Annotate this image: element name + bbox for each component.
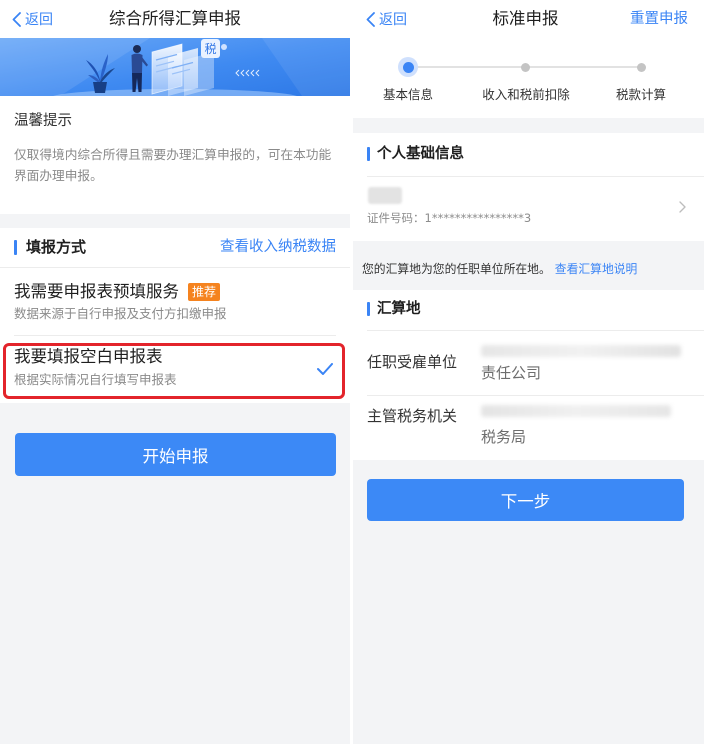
settlement-notice: 您的汇算地为您的任职单位所在地。 查看汇算地说明: [362, 262, 637, 276]
nav-bar: 返回 综合所得汇算申报: [0, 0, 350, 38]
step-dot-income: [515, 57, 535, 77]
blurred-employer-name: [481, 345, 681, 357]
tax-authority-label: 主管税务机关: [367, 407, 458, 425]
employer-value: 责任公司: [481, 364, 542, 382]
page-title: 综合所得汇算申报: [109, 9, 241, 28]
step-dot-tax-calc: [631, 57, 651, 77]
red-highlight-box: [3, 343, 345, 399]
personal-info-row[interactable]: 证件号码：1****************3: [353, 177, 704, 241]
notice-text: 您的汇算地为您的任职单位所在地。: [362, 262, 551, 276]
divider: [367, 330, 704, 331]
tips-text: 仅取得境内综合所得且需要办理汇算申报的，可在本功能界面办理申报。: [14, 147, 332, 183]
recommend-badge: 推荐: [188, 283, 221, 301]
option-subtitle: 数据来源于自行申报及支付方扣缴申报: [14, 306, 227, 321]
start-filing-button[interactable]: 开始申报: [15, 433, 336, 476]
step-label-income: 收入和税前扣除: [482, 87, 570, 102]
left-screen: 返回 综合所得汇算申报 税 温馨提示 仅取得境内综合所得且需要办理汇算申报的，可…: [0, 0, 350, 744]
tax-badge-label: 税: [204, 42, 216, 56]
step-label-tax-calc: 税款计算: [615, 87, 666, 102]
id-number: 证件号码：1****************3: [367, 211, 532, 225]
blurred-tax-authority: [481, 405, 671, 417]
view-income-tax-data-link[interactable]: 查看收入纳税数据: [220, 238, 336, 257]
section-marker: [14, 240, 17, 255]
step-label-basic-info: 基本信息: [382, 87, 433, 102]
tips-title: 温馨提示: [14, 113, 72, 129]
nav-bar: 返回 标准申报 重置申报: [353, 0, 704, 38]
right-screen: 返回 标准申报 重置申报 基本信息 收入和税前扣除 税款计算 个人基础信息 证件…: [353, 0, 704, 744]
divider: [367, 395, 704, 396]
stepper: [353, 38, 704, 118]
filing-method-title: 填报方式: [26, 238, 87, 256]
blurred-name: [368, 187, 402, 204]
section-marker: [367, 147, 370, 161]
section-marker: [367, 302, 370, 316]
tax-authority-value: 税务局: [481, 428, 527, 446]
next-step-button[interactable]: 下一步: [367, 479, 684, 521]
option-title: 我需要申报表预填服务: [14, 282, 179, 301]
chevron-right-icon: [679, 201, 686, 213]
settlement-title: 汇算地: [377, 301, 421, 317]
reset-filing-button[interactable]: 重置申报: [630, 0, 688, 38]
employer-label: 任职受雇单位: [367, 353, 458, 371]
banner-illustration: 税: [0, 38, 350, 96]
option-prefill-service[interactable]: 我需要申报表预填服务 推荐 数据来源于自行申报及支付方扣缴申报: [0, 268, 350, 335]
settlement-explain-link[interactable]: 查看汇算地说明: [555, 262, 638, 276]
step-dot-basic-info: [398, 57, 418, 77]
personal-info-title: 个人基础信息: [377, 146, 464, 162]
